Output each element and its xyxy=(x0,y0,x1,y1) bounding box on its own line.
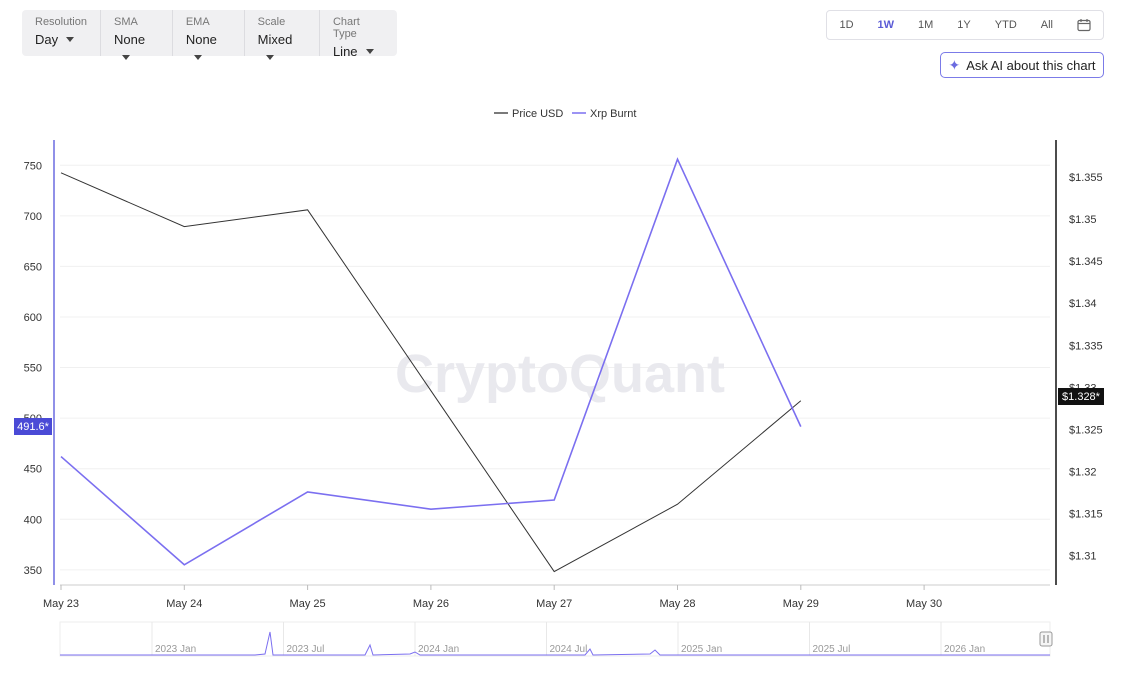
left-badge-text: 491.6* xyxy=(17,421,50,433)
left-axis-ticks: 350 400 450 500 550 600 650 700 750 xyxy=(24,160,42,577)
sparkle-icon: ✦ xyxy=(948,56,961,73)
grid-lines xyxy=(60,164,1050,571)
right-tick-label: $1.31 xyxy=(1069,551,1097,563)
series-lines xyxy=(60,157,802,573)
x-tick-label: May 30 xyxy=(906,598,942,610)
chevron-down-icon xyxy=(365,49,374,54)
right-tick-label: $1.355 xyxy=(1069,172,1103,184)
ema-value: None xyxy=(185,32,217,47)
left-tick-label: 350 xyxy=(24,565,42,577)
chevron-down-icon xyxy=(265,55,274,60)
navigator-handle-icon xyxy=(1039,631,1053,647)
chart-settings-toolbar: Resolution Day SMA None EMA None Scale M… xyxy=(22,10,397,60)
scale-select[interactable]: Scale Mixed xyxy=(245,10,320,60)
navigator-label: 2026 Jan xyxy=(944,644,985,655)
left-tick-label: 750 xyxy=(24,160,42,172)
x-tick-label: May 23 xyxy=(43,598,79,610)
navigator-label: 2024 Jul xyxy=(550,644,588,655)
legend[interactable]: Price USD Xrp Burnt xyxy=(494,108,636,120)
navigator[interactable]: 2023 Jan 2023 Jul 2024 Jan 2024 Jul 2025 Jan… xyxy=(59,621,1053,657)
x-tick-label: May 24 xyxy=(166,598,202,610)
x-tick-label: May 28 xyxy=(659,598,695,610)
left-tick-label: 500 xyxy=(24,413,42,425)
left-tick-label: 400 xyxy=(24,514,42,526)
legend-label-price: Price USD xyxy=(512,108,563,120)
right-axis-ticks: $1.31 $1.315 $1.32 $1.325 $1.33 $1.335 $1.34 $1… xyxy=(1069,172,1103,563)
right-badge-bg xyxy=(1058,388,1104,405)
ema-select[interactable]: EMA None xyxy=(173,10,245,60)
chevron-down-icon xyxy=(66,37,75,42)
navigator-label: 2025 Jul xyxy=(813,644,851,655)
sma-value: None xyxy=(113,32,146,47)
navigator-label: 2023 Jan xyxy=(155,644,196,655)
time-range-selector: 1D 1W 1M 1Y YTD All xyxy=(826,10,1104,40)
resolution-select[interactable]: Resolution Day xyxy=(22,10,101,56)
left-value-badge: 491.6* xyxy=(14,418,52,435)
right-tick-label: $1.315 xyxy=(1069,508,1103,520)
ask-ai-button[interactable]: ✦ Ask AI about this chart xyxy=(940,52,1104,78)
range-1d-button[interactable]: 1D xyxy=(827,11,865,39)
left-tick-label: 650 xyxy=(24,261,42,273)
chart-type-label: Chart Type xyxy=(332,16,360,40)
right-tick-label: $1.345 xyxy=(1069,256,1103,268)
right-tick-label: $1.35 xyxy=(1069,214,1097,226)
x-axis-ticks: May 23 May 24 May 25 May 26 May 27 May 28 May … xyxy=(43,585,942,610)
calendar-icon[interactable] xyxy=(1065,11,1103,39)
left-tick-label: 550 xyxy=(24,363,42,375)
right-badge-text: $1.328* xyxy=(1062,391,1101,403)
right-tick-label: $1.32 xyxy=(1069,466,1097,478)
resolution-label: Resolution xyxy=(35,16,87,28)
ask-ai-label: Ask AI about this chart xyxy=(966,57,1096,73)
range-1y-button[interactable]: 1Y xyxy=(945,11,982,39)
left-tick-label: 700 xyxy=(24,211,42,223)
right-tick-label: $1.34 xyxy=(1069,298,1097,310)
x-tick-label: May 29 xyxy=(783,598,819,610)
chart-type-select[interactable]: Chart Type Line xyxy=(320,10,397,59)
x-tick-label: May 25 xyxy=(290,598,326,610)
navigator-label: 2025 Jan xyxy=(681,644,722,655)
x-tick-label: May 26 xyxy=(413,598,449,610)
legend-label-burnt: Xrp Burnt xyxy=(590,108,636,120)
right-value-badge: $1.328* xyxy=(1058,388,1104,405)
price-usd-line xyxy=(60,172,802,573)
sma-select[interactable]: SMA None xyxy=(101,10,173,60)
right-tick-label: $1.335 xyxy=(1069,340,1103,352)
scale-value: Mixed xyxy=(257,32,293,47)
left-tick-label: 600 xyxy=(24,312,42,324)
scale-label: Scale xyxy=(257,16,286,28)
chart-type-value: Line xyxy=(332,44,358,59)
range-1m-button[interactable]: 1M xyxy=(906,11,945,39)
right-tick-label: $1.325 xyxy=(1069,424,1103,436)
left-badge-bg xyxy=(14,418,52,435)
ema-label: EMA xyxy=(185,16,210,28)
range-all-button[interactable]: All xyxy=(1029,11,1065,39)
xrp-burnt-line xyxy=(60,157,802,566)
left-tick-label: 450 xyxy=(24,464,42,476)
range-1w-button[interactable]: 1W xyxy=(866,11,907,39)
resolution-value: Day xyxy=(35,32,59,47)
x-tick-label: May 27 xyxy=(536,598,572,610)
chevron-down-icon xyxy=(121,55,130,60)
right-tick-label: $1.33 xyxy=(1069,382,1097,394)
navigator-label: 2023 Jul xyxy=(287,644,325,655)
sma-label: SMA xyxy=(113,16,138,28)
range-ytd-button[interactable]: YTD xyxy=(983,11,1029,39)
watermark: CryptoQuant xyxy=(395,344,725,404)
chart-area: CryptoQuant Price USD Xrp Burnt 350 400 45… xyxy=(14,108,1104,657)
chevron-down-icon xyxy=(193,55,202,60)
navigator-label: 2024 Jan xyxy=(418,644,459,655)
